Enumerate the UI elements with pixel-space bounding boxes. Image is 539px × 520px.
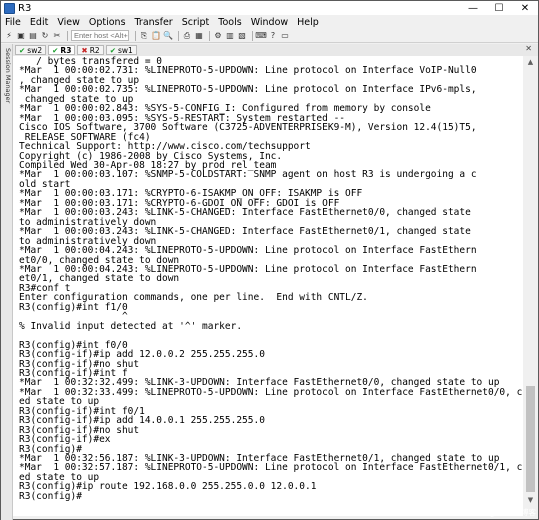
paste-icon[interactable]: 📋 bbox=[151, 31, 161, 41]
tab-sw2[interactable]: ✔ sw2 bbox=[15, 45, 47, 55]
connected-check-icon: ✔ bbox=[52, 45, 59, 55]
toolbar-separator bbox=[209, 30, 210, 41]
close-button[interactable]: ✕ bbox=[512, 1, 538, 15]
tab-r2[interactable]: ✖ R2 bbox=[77, 45, 104, 55]
connected-check-icon: ✔ bbox=[109, 45, 116, 55]
menu-view[interactable]: View bbox=[57, 17, 80, 28]
terminal-line: R3(config-if)#ex bbox=[19, 434, 111, 446]
terminal-line: *Mar 1 00:00:03.107: %SNMP-5-COLDSTART: … bbox=[19, 169, 477, 181]
keymap-icon[interactable]: ⌨ bbox=[255, 31, 267, 41]
terminal-line: % Invalid input detected at '^' marker. bbox=[19, 320, 243, 332]
scroll-thumb[interactable] bbox=[526, 386, 535, 492]
menu-window[interactable]: Window bbox=[251, 17, 288, 28]
find-icon[interactable]: 🔍 bbox=[163, 31, 173, 41]
terminal-line: R3(config)#ip route 192.168.0.0 255.255.… bbox=[19, 481, 317, 493]
menu-tools[interactable]: Tools bbox=[218, 17, 241, 28]
connected-check-icon: ✔ bbox=[19, 45, 26, 55]
menu-transfer[interactable]: Transfer bbox=[135, 17, 173, 28]
terminal-output[interactable]: / bytes transfered = 0 *Mar 1 00:00:02.73… bbox=[13, 56, 523, 516]
menu-script[interactable]: Script bbox=[182, 17, 210, 28]
toolbar-separator bbox=[67, 30, 68, 41]
minimize-button[interactable]: — bbox=[460, 1, 486, 15]
host-input[interactable] bbox=[71, 30, 129, 41]
title-bar[interactable]: R3 — ☐ ✕ bbox=[1, 1, 538, 15]
terminal-line: et0/1, changed state to down bbox=[19, 273, 180, 285]
connect-tab-icon[interactable]: ▤ bbox=[28, 31, 38, 41]
menu-options[interactable]: Options bbox=[89, 17, 126, 28]
sftp-icon[interactable]: ▦ bbox=[194, 31, 204, 41]
help-icon[interactable]: ? bbox=[268, 31, 278, 41]
session-manager-strip[interactable]: Session Manager bbox=[1, 44, 13, 520]
scroll-up-icon[interactable]: ▲ bbox=[523, 56, 538, 68]
tab-label: sw2 bbox=[27, 45, 43, 55]
quick-connect-icon[interactable]: ▣ bbox=[16, 31, 26, 41]
securecrt-window: R3 — ☐ ✕ File Edit View Options Transfer… bbox=[0, 0, 539, 520]
window-title: R3 bbox=[18, 2, 32, 14]
menu-file[interactable]: File bbox=[5, 17, 21, 28]
disconnected-x-icon: ✖ bbox=[81, 45, 88, 55]
menu-bar: File Edit View Options Transfer Script T… bbox=[1, 15, 538, 29]
session-options-icon[interactable]: ▧ bbox=[237, 31, 247, 41]
terminal-scrollbar[interactable]: ▲ ▼ bbox=[523, 56, 538, 506]
print-icon[interactable]: ⎙ bbox=[182, 31, 192, 41]
connect-icon[interactable]: ⚡ bbox=[4, 31, 14, 41]
log-icon[interactable]: ▭ bbox=[280, 31, 290, 41]
close-tab-icon[interactable]: ✕ bbox=[525, 44, 532, 53]
menu-edit[interactable]: Edit bbox=[30, 17, 48, 28]
toolbar-separator bbox=[178, 30, 179, 41]
scroll-down-icon[interactable]: ▼ bbox=[523, 494, 538, 506]
tab-label: R3 bbox=[60, 45, 72, 55]
toolbar-separator bbox=[135, 30, 136, 41]
copy-icon[interactable]: ⎘ bbox=[139, 31, 149, 41]
menu-help[interactable]: Help bbox=[297, 17, 319, 28]
disconnect-icon[interactable]: ✂ bbox=[52, 31, 62, 41]
global-options-icon[interactable]: ▥ bbox=[225, 31, 235, 41]
toolbar: ⚡ ▣ ▤ ↻ ✂ ⎘ 📋 🔍 ⎙ ▦ ⚙ ▥ ▧ ⌨ ? ▭ bbox=[1, 29, 538, 43]
tab-r3[interactable]: ✔ R3 bbox=[48, 45, 76, 55]
settings-icon[interactable]: ⚙ bbox=[213, 31, 223, 41]
tab-label: R2 bbox=[89, 45, 100, 55]
tab-sw1[interactable]: ✔ sw1 bbox=[105, 45, 137, 55]
toolbar-separator bbox=[252, 30, 253, 41]
reconnect-icon[interactable]: ↻ bbox=[40, 31, 50, 41]
terminal-line: R3(config)# bbox=[19, 490, 82, 502]
maximize-button[interactable]: ☐ bbox=[486, 1, 512, 15]
tab-bar: ✔ sw2 ✔ R3 ✖ R2 ✔ sw1 ✕ bbox=[13, 44, 538, 56]
session-manager-label: Session Manager bbox=[4, 48, 12, 104]
app-icon bbox=[4, 2, 15, 14]
watermark: @51CTO博客 bbox=[488, 508, 536, 517]
tab-label: sw1 bbox=[118, 45, 133, 55]
